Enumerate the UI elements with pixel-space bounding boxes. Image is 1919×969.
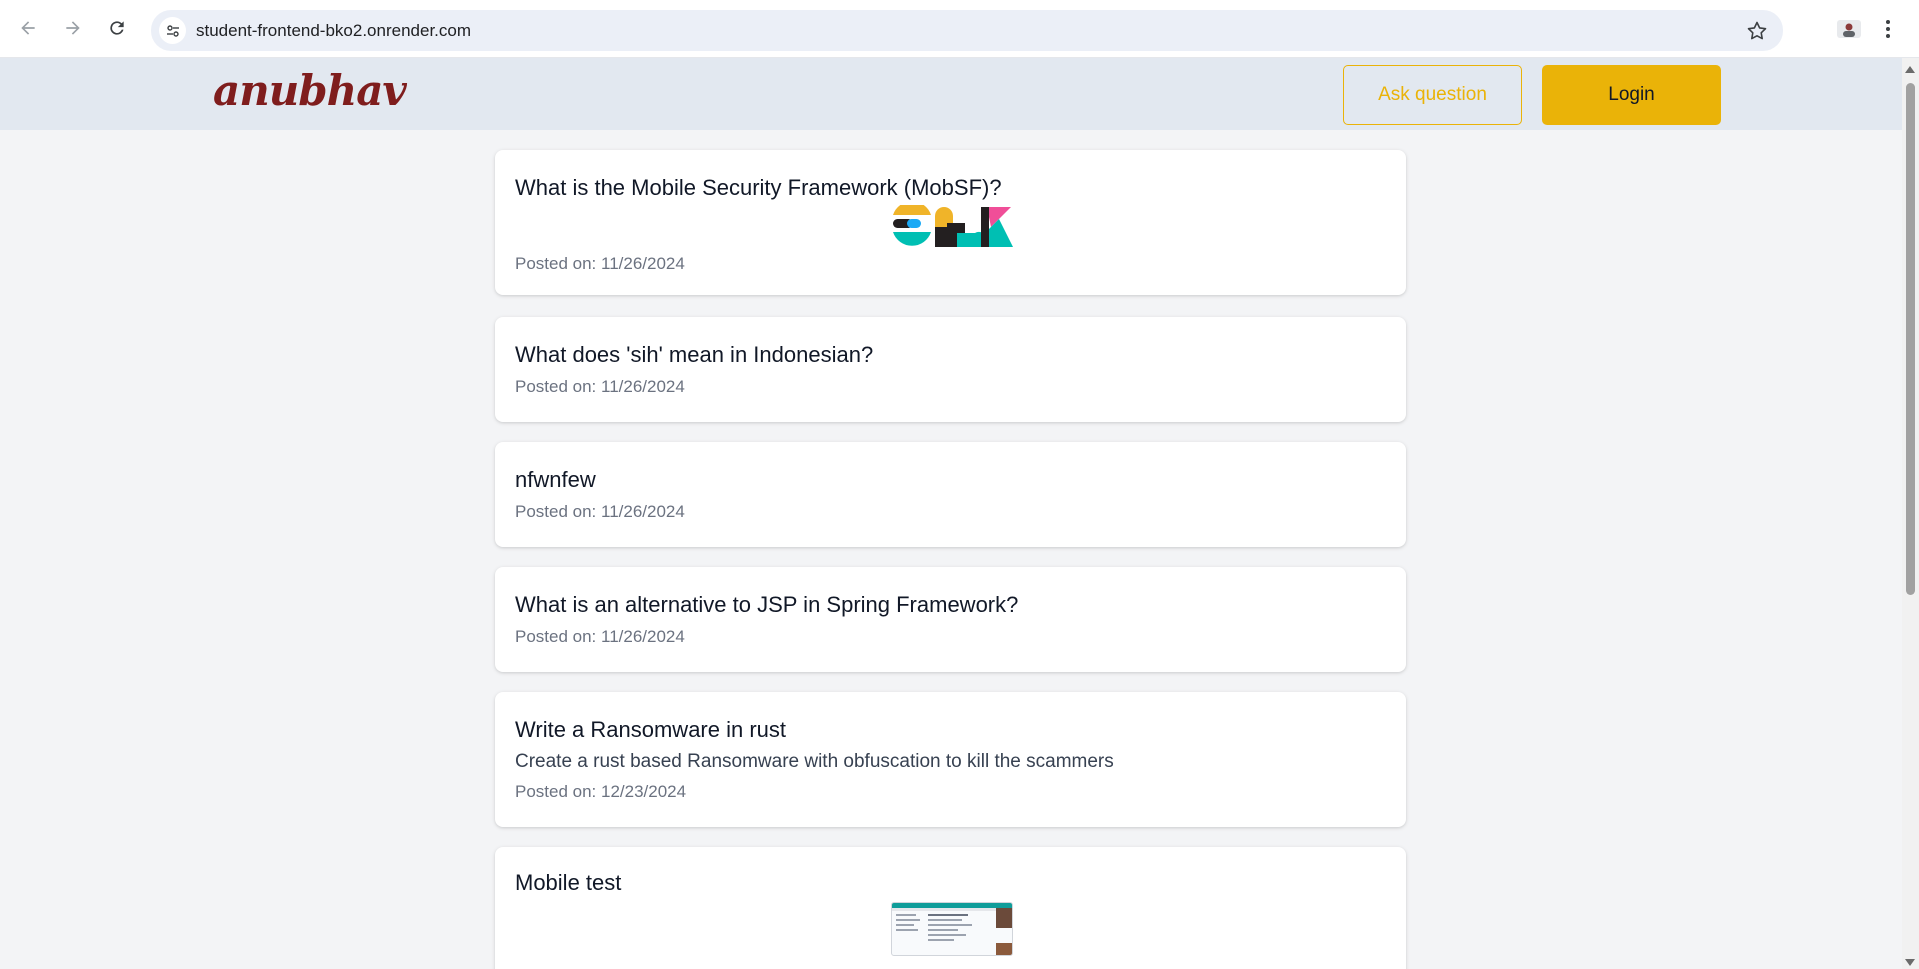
site-logo[interactable]: anubhav bbox=[213, 66, 407, 116]
question-title[interactable]: What is the Mobile Security Framework (M… bbox=[515, 175, 1002, 201]
question-date: Posted on: 11/26/2024 bbox=[515, 254, 685, 273]
site-info-button[interactable] bbox=[159, 17, 186, 44]
question-card[interactable]: What is the Mobile Security Framework (M… bbox=[495, 150, 1406, 295]
question-card[interactable]: Mobile test bbox=[495, 847, 1406, 969]
question-date: Posted on: 11/26/2024 bbox=[515, 627, 685, 646]
question-card[interactable]: nfwnfew Posted on: 11/26/2024 bbox=[495, 442, 1406, 547]
question-card[interactable]: What is an alternative to JSP in Spring … bbox=[495, 567, 1406, 672]
reload-icon bbox=[110, 21, 124, 35]
question-card[interactable]: Write a Ransomware in rust Create a rust… bbox=[495, 692, 1406, 827]
site-header: anubhav Ask question Login bbox=[0, 58, 1902, 130]
profile-avatar-icon[interactable] bbox=[1837, 20, 1861, 38]
scroll-up-icon[interactable] bbox=[1905, 66, 1915, 73]
scrollbar-thumb[interactable] bbox=[1906, 83, 1915, 595]
scroll-down-icon[interactable] bbox=[1905, 959, 1915, 966]
elk-logo-image bbox=[893, 205, 1013, 247]
url-text[interactable]: student-frontend-bko2.onrender.com bbox=[196, 21, 471, 41]
ask-question-button[interactable]: Ask question bbox=[1343, 65, 1522, 125]
question-title[interactable]: What is an alternative to JSP in Spring … bbox=[515, 592, 1018, 618]
question-date: Posted on: 11/26/2024 bbox=[515, 377, 685, 396]
browser-toolbar: student-frontend-bko2.onrender.com bbox=[0, 0, 1919, 58]
question-card[interactable]: What does 'sih' mean in Indonesian? Post… bbox=[495, 317, 1406, 422]
address-bar[interactable]: student-frontend-bko2.onrender.com bbox=[151, 10, 1783, 51]
forward-button[interactable] bbox=[59, 14, 87, 42]
arrow-left-icon bbox=[21, 21, 35, 35]
back-button[interactable] bbox=[14, 14, 42, 42]
tune-icon bbox=[166, 24, 179, 37]
question-title[interactable]: nfwnfew bbox=[515, 467, 596, 493]
vertical-scrollbar[interactable] bbox=[1902, 58, 1919, 969]
reload-button[interactable] bbox=[103, 14, 131, 42]
page-viewport: anubhav Ask question Login What is the M… bbox=[0, 58, 1919, 969]
question-body: Create a rust based Ransomware with obfu… bbox=[515, 751, 1114, 772]
arrow-right-icon bbox=[66, 21, 80, 35]
star-icon[interactable] bbox=[1745, 19, 1769, 43]
question-title[interactable]: Mobile test bbox=[515, 870, 621, 896]
question-title[interactable]: What does 'sih' mean in Indonesian? bbox=[515, 342, 873, 368]
kebab-menu-icon[interactable] bbox=[1884, 17, 1892, 41]
screenshot-thumbnail-image bbox=[891, 902, 1013, 956]
question-date: Posted on: 11/26/2024 bbox=[515, 502, 685, 521]
question-title[interactable]: Write a Ransomware in rust bbox=[515, 717, 786, 743]
login-button[interactable]: Login bbox=[1542, 65, 1721, 125]
question-date: Posted on: 12/23/2024 bbox=[515, 782, 687, 801]
